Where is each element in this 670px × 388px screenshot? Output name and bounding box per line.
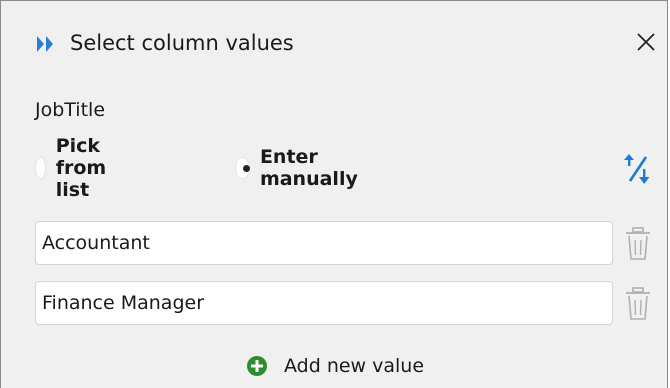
add-new-value-label: Add new value [284,355,425,377]
radio-checked [235,157,250,179]
value-input-2[interactable] [35,281,613,325]
enter-manually-radio[interactable]: Enter manually [235,146,365,190]
pick-from-list-label: Pick from list [55,135,107,201]
trash-icon[interactable] [623,223,653,263]
pick-from-list-radio[interactable]: Pick from list [35,135,118,201]
select-column-values-dialog: Select column values JobTitle Pick from … [0,0,668,388]
enter-manually-label: Enter manually [259,146,358,190]
trash-icon[interactable] [623,283,653,323]
dialog-titlebar: Select column values [1,1,667,81]
radio-unchecked [35,157,46,179]
add-new-value-button[interactable]: Add new value [246,351,424,381]
column-name-label: JobTitle [35,99,106,121]
radio-dot [243,165,250,172]
double-chevron-icon [37,36,53,52]
dialog-title: Select column values [70,31,294,55]
plus-circle-icon [247,356,267,376]
value-input-1[interactable] [35,221,613,265]
close-icon[interactable] [631,27,661,57]
sort-az-icon[interactable] [619,151,655,187]
